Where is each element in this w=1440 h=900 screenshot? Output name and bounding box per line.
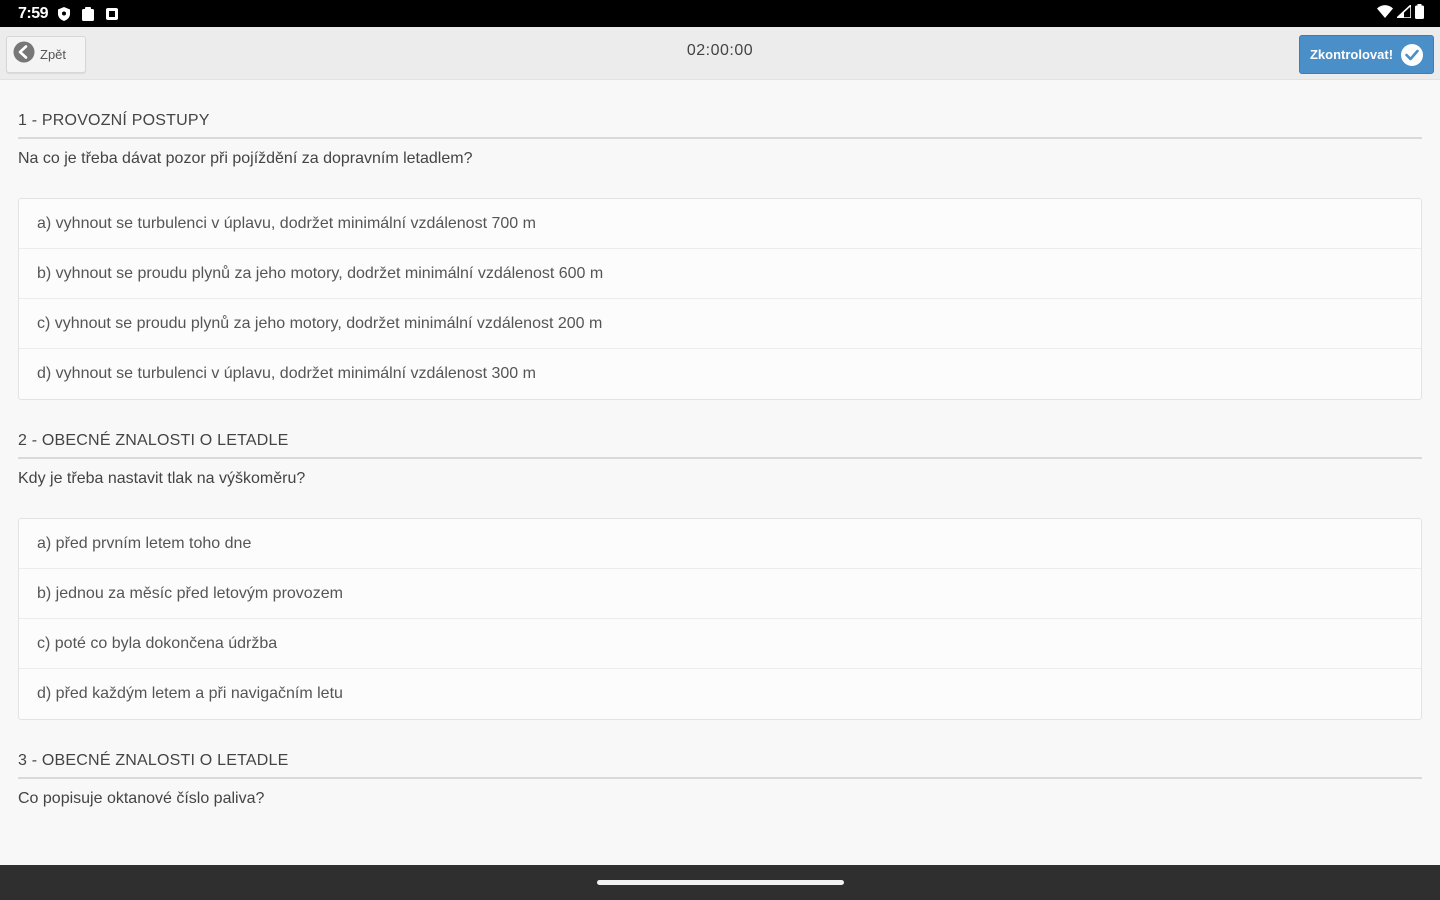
- square-icon: [106, 7, 119, 20]
- checkmark-icon: [1401, 43, 1424, 66]
- status-bar: 7:59: [0, 0, 1440, 27]
- question-1: 1 - PROVOZNÍ POSTUPY Na co je třeba dáva…: [0, 80, 1440, 400]
- answer-option-a[interactable]: a) vyhnout se turbulenci v úplavu, dodrž…: [19, 199, 1421, 249]
- question-list[interactable]: 1 - PROVOZNÍ POSTUPY Na co je třeba dáva…: [0, 80, 1440, 865]
- check-answers-button[interactable]: Zkontrolovat!: [1299, 35, 1434, 74]
- question-text: Co popisuje oktanové číslo paliva?: [18, 790, 265, 807]
- exam-timer: 02:00:00: [686, 42, 754, 59]
- answer-option-b[interactable]: b) vyhnout se proudu plynů za jeho motor…: [19, 249, 1421, 299]
- answer-list: a) před prvním letem toho dne b) jednou …: [18, 518, 1422, 720]
- question-2: 2 - OBECNÉ ZNALOSTI O LETADLE Kdy je tře…: [0, 400, 1440, 720]
- battery-icon: [1415, 3, 1424, 24]
- signal-icon: [1394, 2, 1412, 23]
- wifi-icon: [1377, 4, 1393, 23]
- answer-list: a) vyhnout se turbulenci v úplavu, dodrž…: [18, 198, 1422, 400]
- answer-option-d[interactable]: d) před každým letem a při navigačním le…: [19, 669, 1421, 719]
- answer-option-b[interactable]: b) jednou za měsíc před letovým provozem: [19, 569, 1421, 619]
- navigation-bar: [0, 865, 1440, 900]
- answer-option-c[interactable]: c) vyhnout se proudu plynů za jeho motor…: [19, 299, 1421, 349]
- check-button-label: Zkontrolovat!: [1309, 47, 1394, 62]
- answer-option-c[interactable]: c) poté co byla dokončena údržba: [19, 619, 1421, 669]
- shield-icon: [58, 6, 71, 21]
- question-text: Kdy je třeba nastavit tlak na výškoměru?: [18, 470, 306, 487]
- question-heading: 3 - OBECNÉ ZNALOSTI O LETADLE: [18, 720, 1422, 779]
- answer-option-d[interactable]: d) vyhnout se turbulenci v úplavu, dodrž…: [19, 349, 1421, 399]
- home-gesture-handle[interactable]: [597, 880, 844, 885]
- question-heading: 1 - PROVOZNÍ POSTUPY: [18, 80, 1422, 139]
- toolbar: Zpět 02:00:00 Zkontrolovat!: [0, 27, 1440, 80]
- question-heading: 2 - OBECNÉ ZNALOSTI O LETADLE: [18, 400, 1422, 459]
- clipboard-icon: [82, 6, 95, 21]
- answer-option-a[interactable]: a) před prvním letem toho dne: [19, 519, 1421, 569]
- question-3: 3 - OBECNÉ ZNALOSTI O LETADLE Co popisuj…: [0, 720, 1440, 824]
- question-text: Na co je třeba dávat pozor při pojíždění…: [18, 150, 473, 167]
- status-time: 7:59: [18, 4, 49, 22]
